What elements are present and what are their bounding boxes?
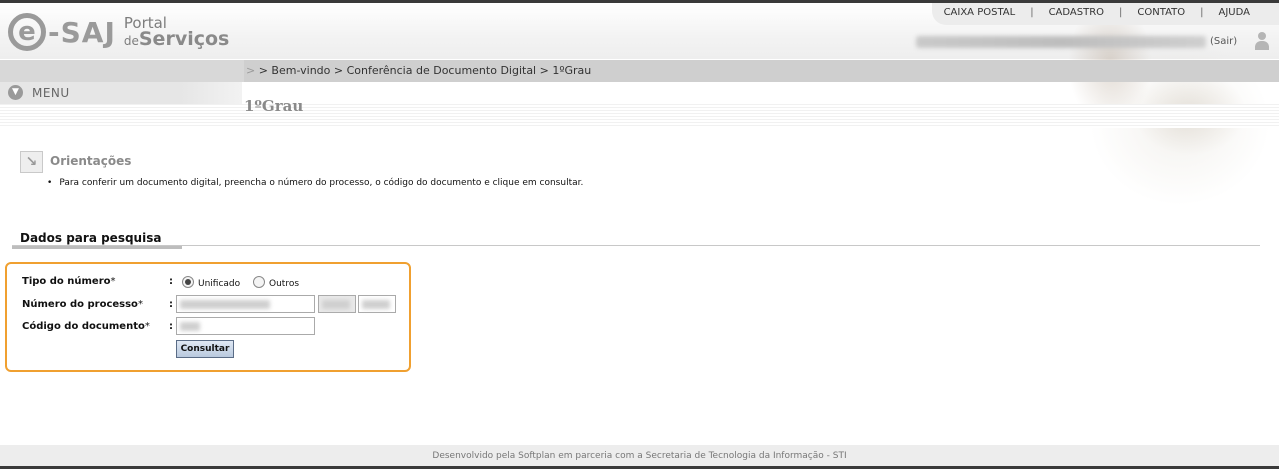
orientacoes-title: Orientações (50, 154, 132, 168)
header-stripes (0, 104, 1279, 128)
menu-button[interactable]: ▼ MENU (8, 85, 70, 100)
redacted-value (362, 300, 390, 309)
chevron-down-icon: ▼ (8, 85, 23, 100)
required-mark: * (110, 276, 116, 287)
orientacoes-item: Para conferir um documento digital, pree… (59, 178, 584, 188)
arrow-down-right-icon: ↘ (20, 151, 43, 173)
required-mark: * (137, 299, 143, 310)
top-nav: CAIXA POSTAL | CADASTRO | CONTATO | AJUD… (929, 7, 1265, 18)
user-name-redacted (916, 36, 1206, 48)
section-divider (12, 245, 1260, 246)
redacted-value (322, 300, 350, 309)
top-nav-cadastro[interactable]: CADASTRO (1034, 7, 1119, 18)
radio-unificado-label[interactable]: Unificado (198, 279, 240, 289)
logo-de-word: de (123, 34, 139, 48)
page-title: 1ºGrau (244, 97, 304, 115)
codigo-documento-label: Código do documento* (22, 321, 150, 332)
top-nav-caixa-postal[interactable]: CAIXA POSTAL (929, 7, 1031, 18)
logo-servicos-line: deServiços (123, 28, 230, 50)
breadcrumb-bar (0, 60, 1279, 82)
redacted-value (180, 300, 270, 309)
breadcrumb-prefix: > (246, 64, 256, 77)
tipo-numero-label: Tipo do número* (22, 276, 116, 287)
menu-bar-shade (180, 82, 242, 104)
breadcrumb: > > Bem-vindo > Conferência de Documento… (246, 64, 591, 77)
logo-saj-text: -SAJ (48, 15, 116, 49)
radio-outros[interactable] (253, 276, 265, 288)
processo-orgao-input[interactable] (358, 295, 396, 313)
codigo-documento-input[interactable] (176, 317, 315, 335)
top-nav-contato[interactable]: CONTATO (1122, 7, 1200, 18)
footer-text: Desenvolvido pela Softplan em parceria c… (432, 451, 847, 461)
top-nav-ajuda[interactable]: AJUDA (1204, 7, 1265, 18)
logo-portal-text: Portal deServiços (124, 15, 229, 49)
processo-foro-input[interactable] (318, 295, 356, 313)
numero-processo-label-text: Número do processo (22, 299, 138, 310)
numero-processo-label: Número do processo* (22, 299, 143, 310)
list-bullet: • (47, 178, 53, 188)
label-colon: : (169, 299, 173, 310)
label-colon: : (169, 276, 173, 287)
menu-label: MENU (32, 85, 70, 100)
radio-outros-label[interactable]: Outros (269, 279, 299, 289)
esaj-logo[interactable]: e -SAJ Portal deServiços (8, 10, 229, 54)
label-colon: : (169, 321, 173, 332)
user-icon-body (1255, 41, 1269, 50)
logo-e-mark: e (8, 13, 46, 51)
logo-servicos-word: Serviços (138, 28, 230, 50)
radio-unificado[interactable] (182, 276, 194, 288)
codigo-documento-label-text: Código do documento (22, 321, 145, 332)
required-mark: * (144, 321, 150, 332)
tipo-numero-label-text: Tipo do número (22, 276, 111, 287)
numero-processo-input[interactable] (176, 295, 315, 313)
consultar-button[interactable]: Consultar (176, 340, 234, 358)
user-icon-head (1258, 32, 1266, 40)
redacted-value (180, 322, 200, 331)
orientacoes-text: • Para conferir um documento digital, pre… (47, 178, 583, 188)
logout-link[interactable]: (Sair) (1210, 36, 1237, 47)
section-title: Dados para pesquisa (20, 231, 162, 245)
breadcrumb-text[interactable]: > Bem-vindo > Conferência de Documento D… (259, 64, 592, 77)
user-icon[interactable] (1254, 32, 1270, 50)
